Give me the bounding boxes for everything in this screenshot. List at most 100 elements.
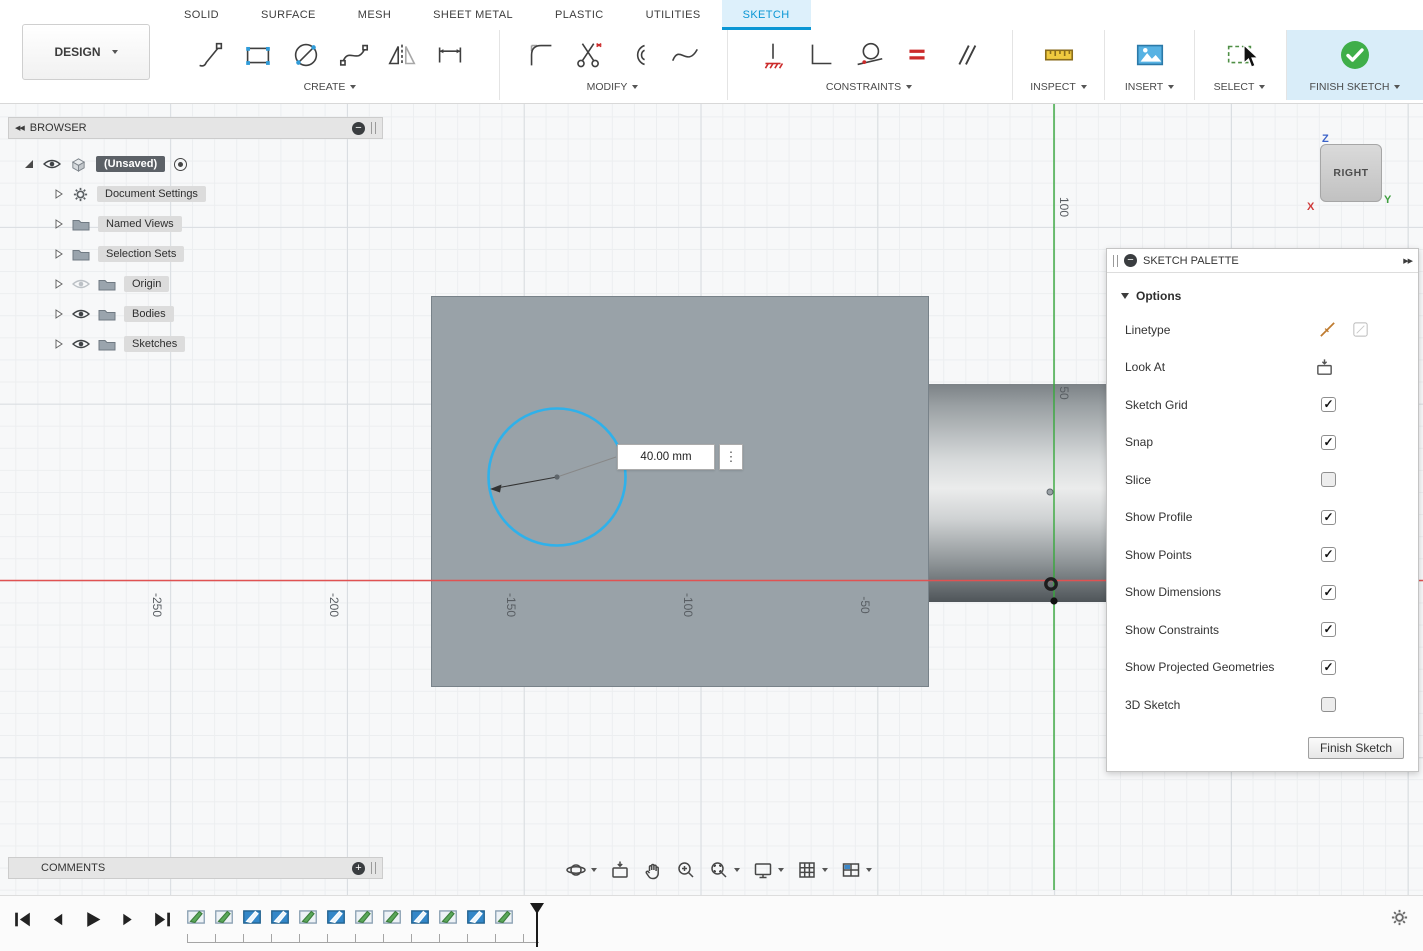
fix-constraint-icon[interactable] (755, 37, 791, 73)
timeline-sketch-feature-icon[interactable] (185, 906, 207, 928)
timeline-sketch-feature-icon[interactable] (409, 906, 431, 928)
viewports-icon[interactable] (841, 860, 872, 880)
snap-checkbox[interactable] (1321, 435, 1336, 450)
sketch-line-icon[interactable] (192, 37, 228, 73)
show-projected-geometries-checkbox[interactable] (1321, 660, 1336, 675)
tab-utilities[interactable]: UTILITIES (625, 0, 722, 30)
orbit-icon[interactable] (566, 860, 597, 880)
cylinder-body[interactable] (929, 384, 1106, 602)
insert-menu[interactable]: INSERT (1125, 81, 1174, 93)
slice-checkbox[interactable] (1321, 472, 1336, 487)
options-section-header[interactable]: Options (1107, 281, 1418, 311)
look-at-icon[interactable] (1315, 358, 1334, 377)
dimension-value-input[interactable]: 40.00 mm (617, 444, 715, 470)
browser-root-row[interactable]: (Unsaved) (8, 149, 383, 179)
timeline-sketch-feature-icon[interactable] (241, 906, 263, 928)
tangent-constraint-icon[interactable] (851, 37, 887, 73)
browser-item-named-views[interactable]: Named Views (8, 209, 383, 239)
browser-item-label[interactable]: Selection Sets (98, 246, 184, 262)
timeline-sketch-feature-icon[interactable] (269, 906, 291, 928)
expander-closed-icon[interactable] (54, 309, 64, 319)
browser-item-sketches[interactable]: Sketches (8, 329, 383, 359)
finish-sketch-check-icon[interactable] (1337, 37, 1373, 73)
sketch-grid-checkbox[interactable] (1321, 397, 1336, 412)
collapse-circle-icon[interactable] (352, 122, 365, 135)
tab-plastic[interactable]: PLASTIC (534, 0, 625, 30)
measure-icon[interactable] (1041, 37, 1077, 73)
go-to-end-icon[interactable] (152, 909, 173, 935)
go-to-start-icon[interactable] (12, 909, 33, 935)
grid-settings-icon[interactable] (797, 860, 828, 880)
visibility-eye-icon[interactable] (43, 158, 61, 171)
step-forward-icon[interactable] (117, 909, 138, 935)
look-at-icon[interactable] (610, 860, 630, 880)
browser-item-bodies[interactable]: Bodies (8, 299, 383, 329)
visibility-eye-off-icon[interactable] (72, 278, 90, 291)
expander-closed-icon[interactable] (54, 249, 64, 259)
browser-item-label[interactable]: Origin (124, 276, 169, 292)
browser-item-label[interactable]: Bodies (124, 306, 174, 322)
timeline-settings-gear-icon[interactable] (1390, 908, 1409, 932)
sketch-profile-region[interactable] (431, 296, 929, 687)
finish-sketch-button[interactable]: FINISH SKETCH (1310, 81, 1401, 93)
timeline-position-marker[interactable] (530, 903, 544, 914)
insert-image-icon[interactable] (1132, 37, 1168, 73)
show-points-checkbox[interactable] (1321, 547, 1336, 562)
sketch-spline-icon[interactable] (336, 37, 372, 73)
sketch-rectangle-icon[interactable] (240, 37, 276, 73)
expander-closed-icon[interactable] (54, 339, 64, 349)
select-menu[interactable]: SELECT (1214, 81, 1266, 93)
linetype-centerline-icon[interactable] (1351, 320, 1370, 339)
document-name[interactable]: (Unsaved) (96, 156, 165, 172)
browser-item-label[interactable]: Sketches (124, 336, 185, 352)
equal-constraint-icon[interactable] (899, 37, 935, 73)
show-dimensions-checkbox[interactable] (1321, 585, 1336, 600)
pan-icon[interactable] (643, 860, 663, 880)
tab-surface[interactable]: SURFACE (240, 0, 337, 30)
browser-item-label[interactable]: Document Settings (97, 186, 206, 202)
collapse-circle-icon[interactable] (1124, 254, 1137, 267)
constraints-menu[interactable]: CONSTRAINTS (826, 81, 912, 93)
freeform-icon[interactable] (667, 37, 703, 73)
timeline-sketch-feature-icon[interactable] (465, 906, 487, 928)
timeline-sketch-feature-icon[interactable] (437, 906, 459, 928)
browser-header[interactable]: BROWSER (8, 117, 383, 139)
sketch-circle-icon[interactable] (288, 37, 324, 73)
step-back-icon[interactable] (47, 909, 68, 935)
show-profile-checkbox[interactable] (1321, 510, 1336, 525)
tab-solid[interactable]: SOLID (163, 0, 240, 30)
timeline-sketch-feature-icon[interactable] (325, 906, 347, 928)
finish-sketch-palette-button[interactable]: Finish Sketch (1308, 737, 1404, 759)
expand-circle-icon[interactable] (352, 862, 365, 875)
expander-closed-icon[interactable] (54, 189, 64, 199)
timeline-sketch-feature-icon[interactable] (493, 906, 515, 928)
mirror-icon[interactable] (384, 37, 420, 73)
panel-grip[interactable] (371, 122, 376, 134)
comments-header[interactable]: COMMENTS (8, 857, 383, 879)
fit-icon[interactable] (709, 860, 740, 880)
tab-sketch[interactable]: SKETCH (722, 0, 811, 30)
visibility-eye-icon[interactable] (72, 338, 90, 351)
tab-mesh[interactable]: MESH (337, 0, 412, 30)
zoom-icon[interactable] (676, 860, 696, 880)
3d-sketch-checkbox[interactable] (1321, 697, 1336, 712)
timeline-sketch-feature-icon[interactable] (381, 906, 403, 928)
palette-header[interactable]: SKETCH PALETTE (1107, 249, 1418, 273)
browser-item-selection-sets[interactable]: Selection Sets (8, 239, 383, 269)
perpendicular-constraint-icon[interactable] (803, 37, 839, 73)
browser-item-origin[interactable]: Origin (8, 269, 383, 299)
modify-menu[interactable]: MODIFY (587, 81, 639, 93)
timeline-sketch-feature-icon[interactable] (297, 906, 319, 928)
expander-open-icon[interactable] (24, 159, 34, 169)
expander-closed-icon[interactable] (54, 279, 64, 289)
offset-icon[interactable] (619, 37, 655, 73)
visibility-eye-icon[interactable] (72, 308, 90, 321)
inspect-menu[interactable]: INSPECT (1030, 81, 1087, 93)
expander-closed-icon[interactable] (54, 219, 64, 229)
browser-item-document-settings[interactable]: Document Settings (8, 179, 383, 209)
browser-item-label[interactable]: Named Views (98, 216, 182, 232)
timeline-sketch-feature-icon[interactable] (353, 906, 375, 928)
collapse-right-icon[interactable] (1403, 257, 1412, 265)
create-menu[interactable]: CREATE (304, 81, 357, 93)
parallel-constraint-icon[interactable] (947, 37, 983, 73)
